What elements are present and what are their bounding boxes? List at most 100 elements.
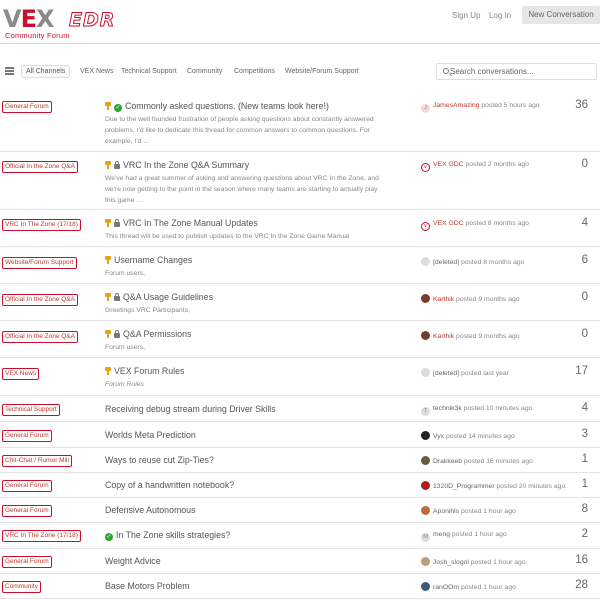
author-link[interactable]: VEX GDC [433, 220, 464, 227]
topic-title-text[interactable]: Q&A Permissions [123, 329, 191, 339]
topic-title-text[interactable]: Defensive Autonomous [105, 505, 195, 515]
avatar[interactable] [421, 257, 430, 266]
channel-tag[interactable]: General Forum [2, 101, 52, 113]
topic-title[interactable]: VEX Forum Rules [105, 366, 184, 376]
avatar[interactable] [421, 431, 430, 440]
topic-title[interactable]: Base Motors Problem [105, 581, 190, 591]
topic-title[interactable]: VRC In The Zone Manual Updates [105, 218, 258, 228]
topic-row[interactable]: Official In the Zone Q&A Q&A Permissions F… [0, 321, 600, 358]
topic-row[interactable]: General Forum Defensive Autonomous Aponihl… [0, 498, 600, 523]
avatar[interactable] [421, 294, 430, 303]
avatar[interactable]: T [421, 407, 430, 416]
avatar[interactable] [421, 506, 430, 515]
topic-row[interactable]: Website/Forum Support Username Changes For… [0, 247, 600, 284]
topic-title[interactable]: Weight Advice [105, 556, 161, 566]
topic-row[interactable]: VRC In The Zone (17/18) VRC In The Zone M… [0, 210, 600, 247]
topic-title[interactable]: Defensive Autonomous [105, 505, 195, 515]
author-link[interactable]: [deleted] [433, 259, 459, 266]
topic-row[interactable]: Community Base Motors Problem ranOOm poste… [0, 574, 600, 599]
channel-vex-news[interactable]: VEX News [80, 68, 113, 75]
topic-row[interactable]: General Forum ✓ Commonly asked questions. … [0, 92, 600, 152]
topic-row[interactable]: General Forum Copy of a handwritten noteb… [0, 473, 600, 498]
channel-website-forum-support[interactable]: Website/Forum Support [285, 68, 359, 75]
topic-title[interactable]: Copy of a handwritten notebook? [105, 480, 234, 490]
topic-title-text[interactable]: Q&A Usage Guidelines [123, 292, 213, 302]
topic-title[interactable]: Username Changes [105, 255, 192, 265]
channel-tag[interactable]: Community [2, 581, 41, 593]
topic-row[interactable]: General Forum Worlds Meta Prediction Vyx p… [0, 422, 600, 448]
topic-title-text[interactable]: Receiving debug stream during Driver Ski… [105, 404, 276, 414]
author-link[interactable]: technik3k [433, 405, 462, 412]
author-link[interactable]: ranOOm [433, 584, 459, 591]
author-link[interactable]: VEX GDC [433, 161, 464, 168]
topic-title[interactable]: Q&A Permissions [105, 329, 191, 339]
topic-row[interactable]: VEX News VEX Forum Rules Forum Rules [delet… [0, 358, 600, 396]
channel-technical-support[interactable]: Technical Support [121, 68, 177, 75]
avatar[interactable]: J [421, 104, 430, 113]
sign-up-link[interactable]: Sign Up [452, 11, 480, 20]
channel-tag[interactable]: Technical Support [2, 404, 60, 416]
avatar[interactable] [421, 557, 430, 566]
author-link[interactable]: Josh_slogol [433, 559, 469, 566]
author-link[interactable]: 1320D_Programmer [433, 483, 495, 490]
avatar[interactable] [421, 331, 430, 340]
channel-tag[interactable]: Chit-Chat / Rumor Mill [2, 455, 72, 467]
channel-tag[interactable]: General Forum [2, 505, 52, 517]
topic-title-text[interactable]: VEX Forum Rules [114, 366, 184, 376]
topic-title-text[interactable]: Worlds Meta Prediction [105, 430, 196, 440]
topic-row[interactable]: Technical Support Receiving debug stream … [0, 396, 600, 422]
channel-tag[interactable]: VEX News [2, 368, 40, 380]
topic-title[interactable]: ✓ In The Zone skills strategies? [105, 530, 230, 541]
avatar[interactable] [421, 481, 430, 490]
avatar[interactable]: ∨ [421, 163, 430, 172]
topic-row[interactable]: Official In the Zone Q&A Q&A Usage Guidel… [0, 284, 600, 321]
channel-tag[interactable]: VRC In The Zone (17/18) [2, 219, 81, 231]
log-in-link[interactable]: Log In [489, 11, 511, 20]
author-link[interactable]: Vyx [433, 433, 444, 440]
topic-row[interactable]: General Forum Weight Advice Josh_slogol po… [0, 549, 600, 574]
topic-title-text[interactable]: Username Changes [114, 255, 192, 265]
author-link[interactable]: Drakkeeb [433, 458, 462, 465]
author-link[interactable]: meng [433, 531, 450, 538]
avatar[interactable] [421, 368, 430, 377]
topic-row[interactable]: Official In the Zone Q&A VRC In the Zone … [0, 152, 600, 210]
topic-row[interactable]: VRC In The Zone (17/18) ✓ In The Zone skil… [0, 523, 600, 549]
topic-title-text[interactable]: VRC In the Zone Q&A Summary [123, 160, 249, 170]
channel-community[interactable]: Community [187, 68, 222, 75]
new-conversation-button[interactable]: New Conversation [522, 6, 600, 24]
topic-title[interactable]: VRC In the Zone Q&A Summary [105, 160, 249, 170]
topic-title[interactable]: Ways to reuse cut Zip-Ties? [105, 455, 214, 465]
list-icon[interactable] [5, 67, 14, 75]
topic-title-text[interactable]: Commonly asked questions. (New teams loo… [125, 101, 329, 111]
channel-all[interactable]: All Channels [21, 65, 71, 78]
channel-tag[interactable]: General Forum [2, 430, 52, 442]
channel-tag[interactable]: Official In the Zone Q&A [2, 294, 78, 306]
topic-title-text[interactable]: VRC In The Zone Manual Updates [123, 218, 258, 228]
topic-title[interactable]: Receiving debug stream during Driver Ski… [105, 404, 276, 414]
topic-title-text[interactable]: In The Zone skills strategies? [116, 530, 230, 540]
author-link[interactable]: JamesAmazing [433, 102, 479, 109]
channel-tag[interactable]: VRC In The Zone (17/18) [2, 530, 81, 542]
channel-tag[interactable]: General Forum [2, 480, 52, 492]
topic-title[interactable]: ✓ Commonly asked questions. (New teams lo… [105, 101, 329, 112]
author-link[interactable]: Aponihls [433, 508, 459, 515]
topic-title-text[interactable]: Base Motors Problem [105, 581, 190, 591]
vex-edr-logo[interactable]: VEX EDR Community Forum [3, 6, 143, 40]
topic-title[interactable]: Q&A Usage Guidelines [105, 292, 213, 302]
avatar[interactable]: M [421, 533, 430, 542]
topic-row[interactable]: Chit-Chat / Rumor Mill Ways to reuse cut … [0, 448, 600, 473]
author-link[interactable]: Karthik [433, 296, 454, 303]
topic-title-text[interactable]: Copy of a handwritten notebook? [105, 480, 234, 490]
channel-tag[interactable]: General Forum [2, 556, 52, 568]
author-link[interactable]: Karthik [433, 333, 454, 340]
author-link[interactable]: [deleted] [433, 370, 459, 377]
topic-title-text[interactable]: Weight Advice [105, 556, 161, 566]
topic-title-text[interactable]: Ways to reuse cut Zip-Ties? [105, 455, 214, 465]
channel-tag[interactable]: Website/Forum Support [2, 257, 77, 269]
avatar[interactable] [421, 582, 430, 591]
topic-title[interactable]: Worlds Meta Prediction [105, 430, 196, 440]
avatar[interactable] [421, 456, 430, 465]
avatar[interactable]: ∨ [421, 222, 430, 231]
search-input[interactable] [450, 65, 590, 78]
channel-competitions[interactable]: Competitions [234, 68, 275, 75]
